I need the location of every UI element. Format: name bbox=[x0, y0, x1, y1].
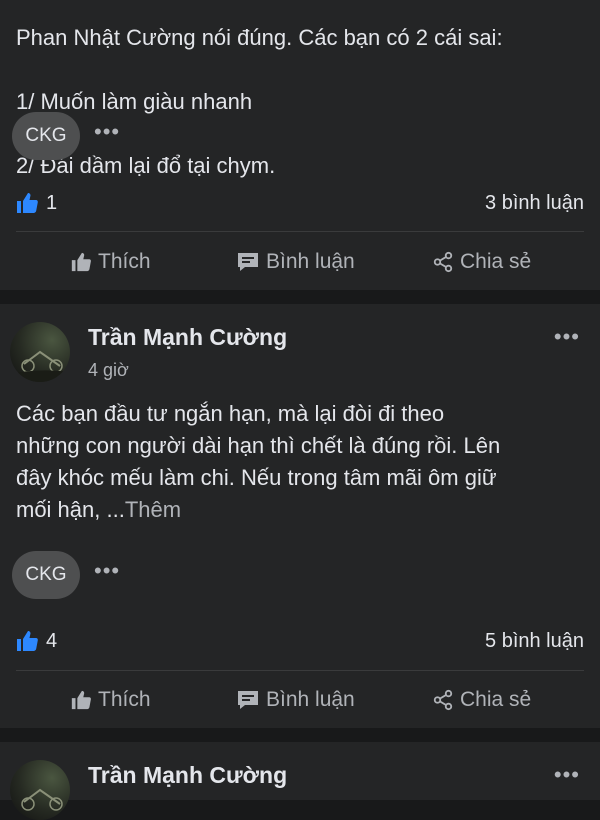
share-button[interactable]: Chia sẻ bbox=[432, 250, 531, 274]
avatar-image-icon bbox=[10, 350, 70, 382]
comment-label: Bình luận bbox=[266, 250, 355, 273]
more-tags-button[interactable]: ••• bbox=[94, 121, 120, 143]
like-count: 1 bbox=[46, 191, 58, 214]
comment-count[interactable]: 5 bình luận bbox=[485, 630, 584, 653]
post-2-tag-row: CKG ••• bbox=[12, 551, 120, 599]
post-3: Trần Mạnh Cường ••• bbox=[0, 742, 600, 820]
share-label: Chia sẻ bbox=[460, 688, 532, 711]
share-icon bbox=[433, 689, 453, 711]
post-2-actions: Thích Bình luận Chia sẻ bbox=[0, 680, 600, 720]
thumbs-up-icon bbox=[71, 690, 91, 710]
post-2-body: Các bạn đầu tư ngắn hạn, mà lại đòi đi t… bbox=[16, 401, 501, 522]
comment-count[interactable]: 3 bình luận bbox=[485, 192, 584, 215]
like-button[interactable]: Thích bbox=[70, 250, 151, 274]
like-count: 4 bbox=[46, 629, 58, 652]
like-summary[interactable]: 1 bbox=[14, 190, 57, 216]
divider bbox=[16, 231, 584, 232]
tag-chip[interactable]: CKG bbox=[12, 112, 80, 160]
see-more-link[interactable]: Thêm bbox=[125, 497, 181, 522]
avatar[interactable] bbox=[10, 322, 70, 382]
avatar-image-icon bbox=[21, 788, 63, 811]
comment-button[interactable]: Bình luận bbox=[236, 688, 355, 712]
post-1: Phan Nhật Cường nói đúng. Các bạn có 2 c… bbox=[0, 0, 600, 290]
avatar[interactable] bbox=[10, 760, 70, 820]
post-1-reactions: 1 3 bình luận bbox=[14, 188, 584, 218]
comment-icon bbox=[238, 253, 258, 271]
like-reaction-icon bbox=[17, 193, 38, 213]
comment-icon bbox=[238, 691, 258, 709]
thumbs-up-icon bbox=[71, 252, 91, 272]
like-label: Thích bbox=[98, 250, 151, 273]
author-name[interactable]: Trần Mạnh Cường bbox=[88, 762, 287, 789]
post-2-reactions: 4 5 bình luận bbox=[14, 626, 584, 656]
post-menu-button[interactable]: ••• bbox=[554, 762, 580, 788]
share-icon bbox=[433, 251, 453, 273]
post-2-text: Các bạn đầu tư ngắn hạn, mà lại đòi đi t… bbox=[16, 398, 584, 526]
post-1-tag-row: CKG ••• bbox=[12, 112, 120, 160]
share-button[interactable]: Chia sẻ bbox=[432, 688, 531, 712]
share-label: Chia sẻ bbox=[460, 250, 532, 273]
comment-label: Bình luận bbox=[266, 688, 355, 711]
author-name[interactable]: Trần Mạnh Cường bbox=[88, 324, 287, 351]
like-button[interactable]: Thích bbox=[70, 688, 151, 712]
post-2: Trần Mạnh Cường 4 giờ ••• Các bạn đầu tư… bbox=[0, 304, 600, 728]
post-1-line-1: Phan Nhật Cường nói đúng. Các bạn có 2 c… bbox=[16, 25, 503, 50]
comment-button[interactable]: Bình luận bbox=[236, 250, 355, 274]
divider bbox=[16, 670, 584, 671]
post-menu-button[interactable]: ••• bbox=[554, 324, 580, 350]
post-1-text: Phan Nhật Cường nói đúng. Các bạn có 2 c… bbox=[16, 0, 584, 214]
more-tags-button[interactable]: ••• bbox=[94, 560, 120, 582]
post-1-actions: Thích Bình luận Chia sẻ bbox=[0, 242, 600, 282]
like-reaction-icon bbox=[17, 631, 38, 651]
like-label: Thích bbox=[98, 688, 151, 711]
tag-chip[interactable]: CKG bbox=[12, 551, 80, 599]
post-time: 4 giờ bbox=[88, 360, 129, 380]
like-summary[interactable]: 4 bbox=[14, 628, 57, 654]
